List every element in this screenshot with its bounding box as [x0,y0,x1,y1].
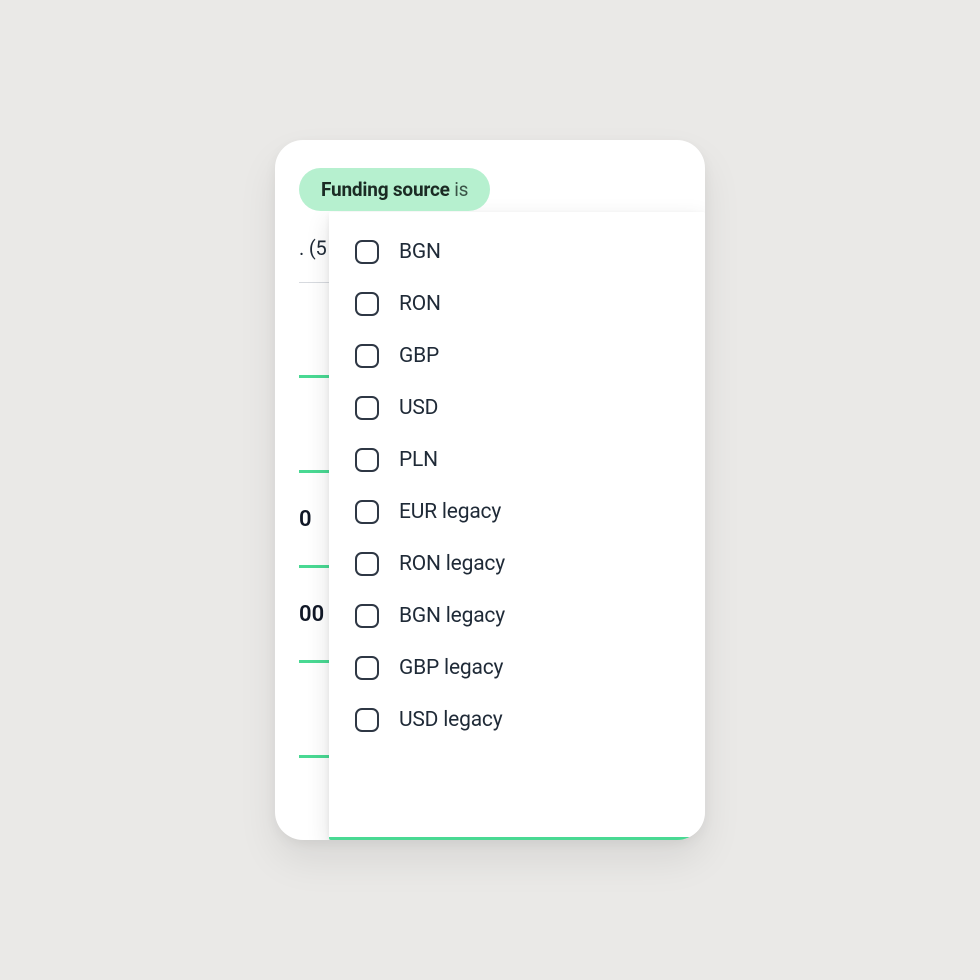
option-label: USD [399,396,438,420]
option-bgn[interactable]: BGN [329,226,705,278]
option-bgn-legacy[interactable]: BGN legacy [329,590,705,642]
checkbox-icon[interactable] [355,656,379,680]
option-gbp[interactable]: GBP [329,330,705,382]
filter-pill[interactable]: Funding source is [299,168,490,211]
checkbox-icon[interactable] [355,708,379,732]
option-label: PLN [399,448,438,472]
checkbox-icon[interactable] [355,344,379,368]
option-gbp-legacy[interactable]: GBP legacy [329,642,705,694]
option-usd[interactable]: USD [329,382,705,434]
checkbox-icon[interactable] [355,604,379,628]
option-label: EUR legacy [399,500,501,524]
checkbox-icon[interactable] [355,448,379,472]
checkbox-icon[interactable] [355,240,379,264]
checkbox-icon[interactable] [355,292,379,316]
option-label: RON [399,292,441,316]
option-label: RON legacy [399,552,505,576]
option-label: BGN legacy [399,604,505,628]
checkbox-icon[interactable] [355,552,379,576]
option-label: BGN [399,240,441,264]
option-eur-legacy[interactable]: EUR legacy [329,486,705,538]
option-ron-legacy[interactable]: RON legacy [329,538,705,590]
checkbox-icon[interactable] [355,396,379,420]
filter-label-bold: Funding source [321,178,450,201]
card-container: . (5 0 00 Funding source is BGN RON GBP … [275,140,705,840]
option-usd-legacy[interactable]: USD legacy [329,694,705,746]
option-label: GBP legacy [399,656,503,680]
checkbox-icon[interactable] [355,500,379,524]
filter-label-suffix: is [450,178,469,201]
option-label: USD legacy [399,708,502,732]
dropdown-panel: BGN RON GBP USD PLN EUR legacy RON legac… [329,212,705,840]
option-ron[interactable]: RON [329,278,705,330]
option-pln[interactable]: PLN [329,434,705,486]
option-label: GBP [399,344,439,368]
